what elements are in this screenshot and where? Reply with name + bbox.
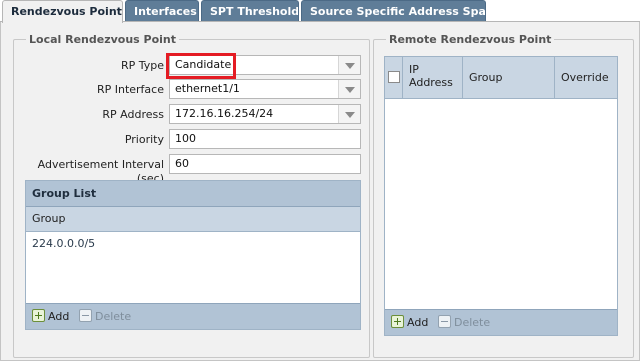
rp-address-dropdown-button[interactable] — [338, 105, 360, 123]
remote-rp-header: IP Address Group Override — [385, 57, 617, 99]
chevron-down-icon — [345, 112, 355, 118]
remote-rp-grid: IP Address Group Override Add Delete — [384, 56, 618, 336]
chevron-down-icon — [345, 87, 355, 93]
advertisement-interval-input[interactable]: 60 — [169, 154, 361, 174]
rp-interface-value: ethernet1/1 — [175, 82, 240, 95]
priority-input[interactable]: 100 — [169, 129, 361, 149]
select-all-checkbox[interactable] — [388, 71, 400, 83]
tab-spt-threshold[interactable]: SPT Threshold — [201, 0, 299, 22]
rp-interface-label: RP Interface — [96, 83, 164, 96]
local-rendezvous-point-legend: Local Rendezvous Point — [29, 33, 177, 46]
add-icon — [391, 315, 404, 328]
group-list-grid: Group List Group 224.0.0.0/5 Add Delete — [25, 180, 361, 330]
table-row[interactable]: 224.0.0.0/5 — [32, 237, 95, 250]
override-column-header[interactable]: Override — [555, 57, 619, 98]
add-remote-rp-label: Add — [407, 316, 429, 329]
remote-rendezvous-point-legend: Remote Rendezvous Point — [389, 33, 552, 46]
rp-address-label: RP Address — [102, 108, 164, 121]
group-list-toolbar: Add Delete — [26, 303, 360, 329]
rp-address-value: 172.16.16.254/24 — [175, 107, 274, 120]
rp-address-select[interactable]: 172.16.16.254/24 — [169, 104, 361, 124]
rp-interface-dropdown-button[interactable] — [338, 80, 360, 98]
delete-group-button[interactable]: Delete — [79, 308, 131, 326]
chevron-down-icon — [345, 63, 355, 69]
rp-interface-select[interactable]: ethernet1/1 — [169, 79, 361, 99]
priority-label: Priority — [124, 133, 164, 146]
delete-group-label: Delete — [95, 310, 132, 323]
rp-type-dropdown-button[interactable] — [338, 56, 360, 74]
delete-remote-rp-label: Delete — [454, 316, 491, 329]
highlight-box — [166, 53, 236, 79]
select-all-column — [385, 57, 403, 98]
delete-icon — [79, 309, 92, 322]
add-group-button[interactable]: Add — [32, 308, 69, 326]
remote-rp-toolbar: Add Delete — [385, 309, 617, 335]
group-column-header[interactable]: Group — [26, 207, 360, 232]
delete-remote-rp-button[interactable]: Delete — [438, 314, 490, 332]
tab-rendezvous-point[interactable]: Rendezvous Point — [2, 0, 123, 23]
add-group-label: Add — [48, 310, 70, 323]
add-remote-rp-button[interactable]: Add — [391, 314, 428, 332]
delete-icon — [438, 315, 451, 328]
group-column-header[interactable]: Group — [463, 57, 555, 98]
rendezvous-point-panel: Local Rendezvous Point RP Type Candidate… — [0, 22, 640, 361]
tab-bar: Rendezvous Point Interfaces SPT Threshol… — [0, 0, 640, 23]
tab-source-specific-address-space[interactable]: Source Specific Address Space — [301, 0, 486, 22]
group-list-title: Group List — [26, 181, 360, 207]
rp-type-label: RP Type — [120, 59, 164, 72]
tab-interfaces[interactable]: Interfaces — [125, 0, 199, 22]
ip-address-column-header[interactable]: IP Address — [403, 57, 463, 98]
add-icon — [32, 309, 45, 322]
